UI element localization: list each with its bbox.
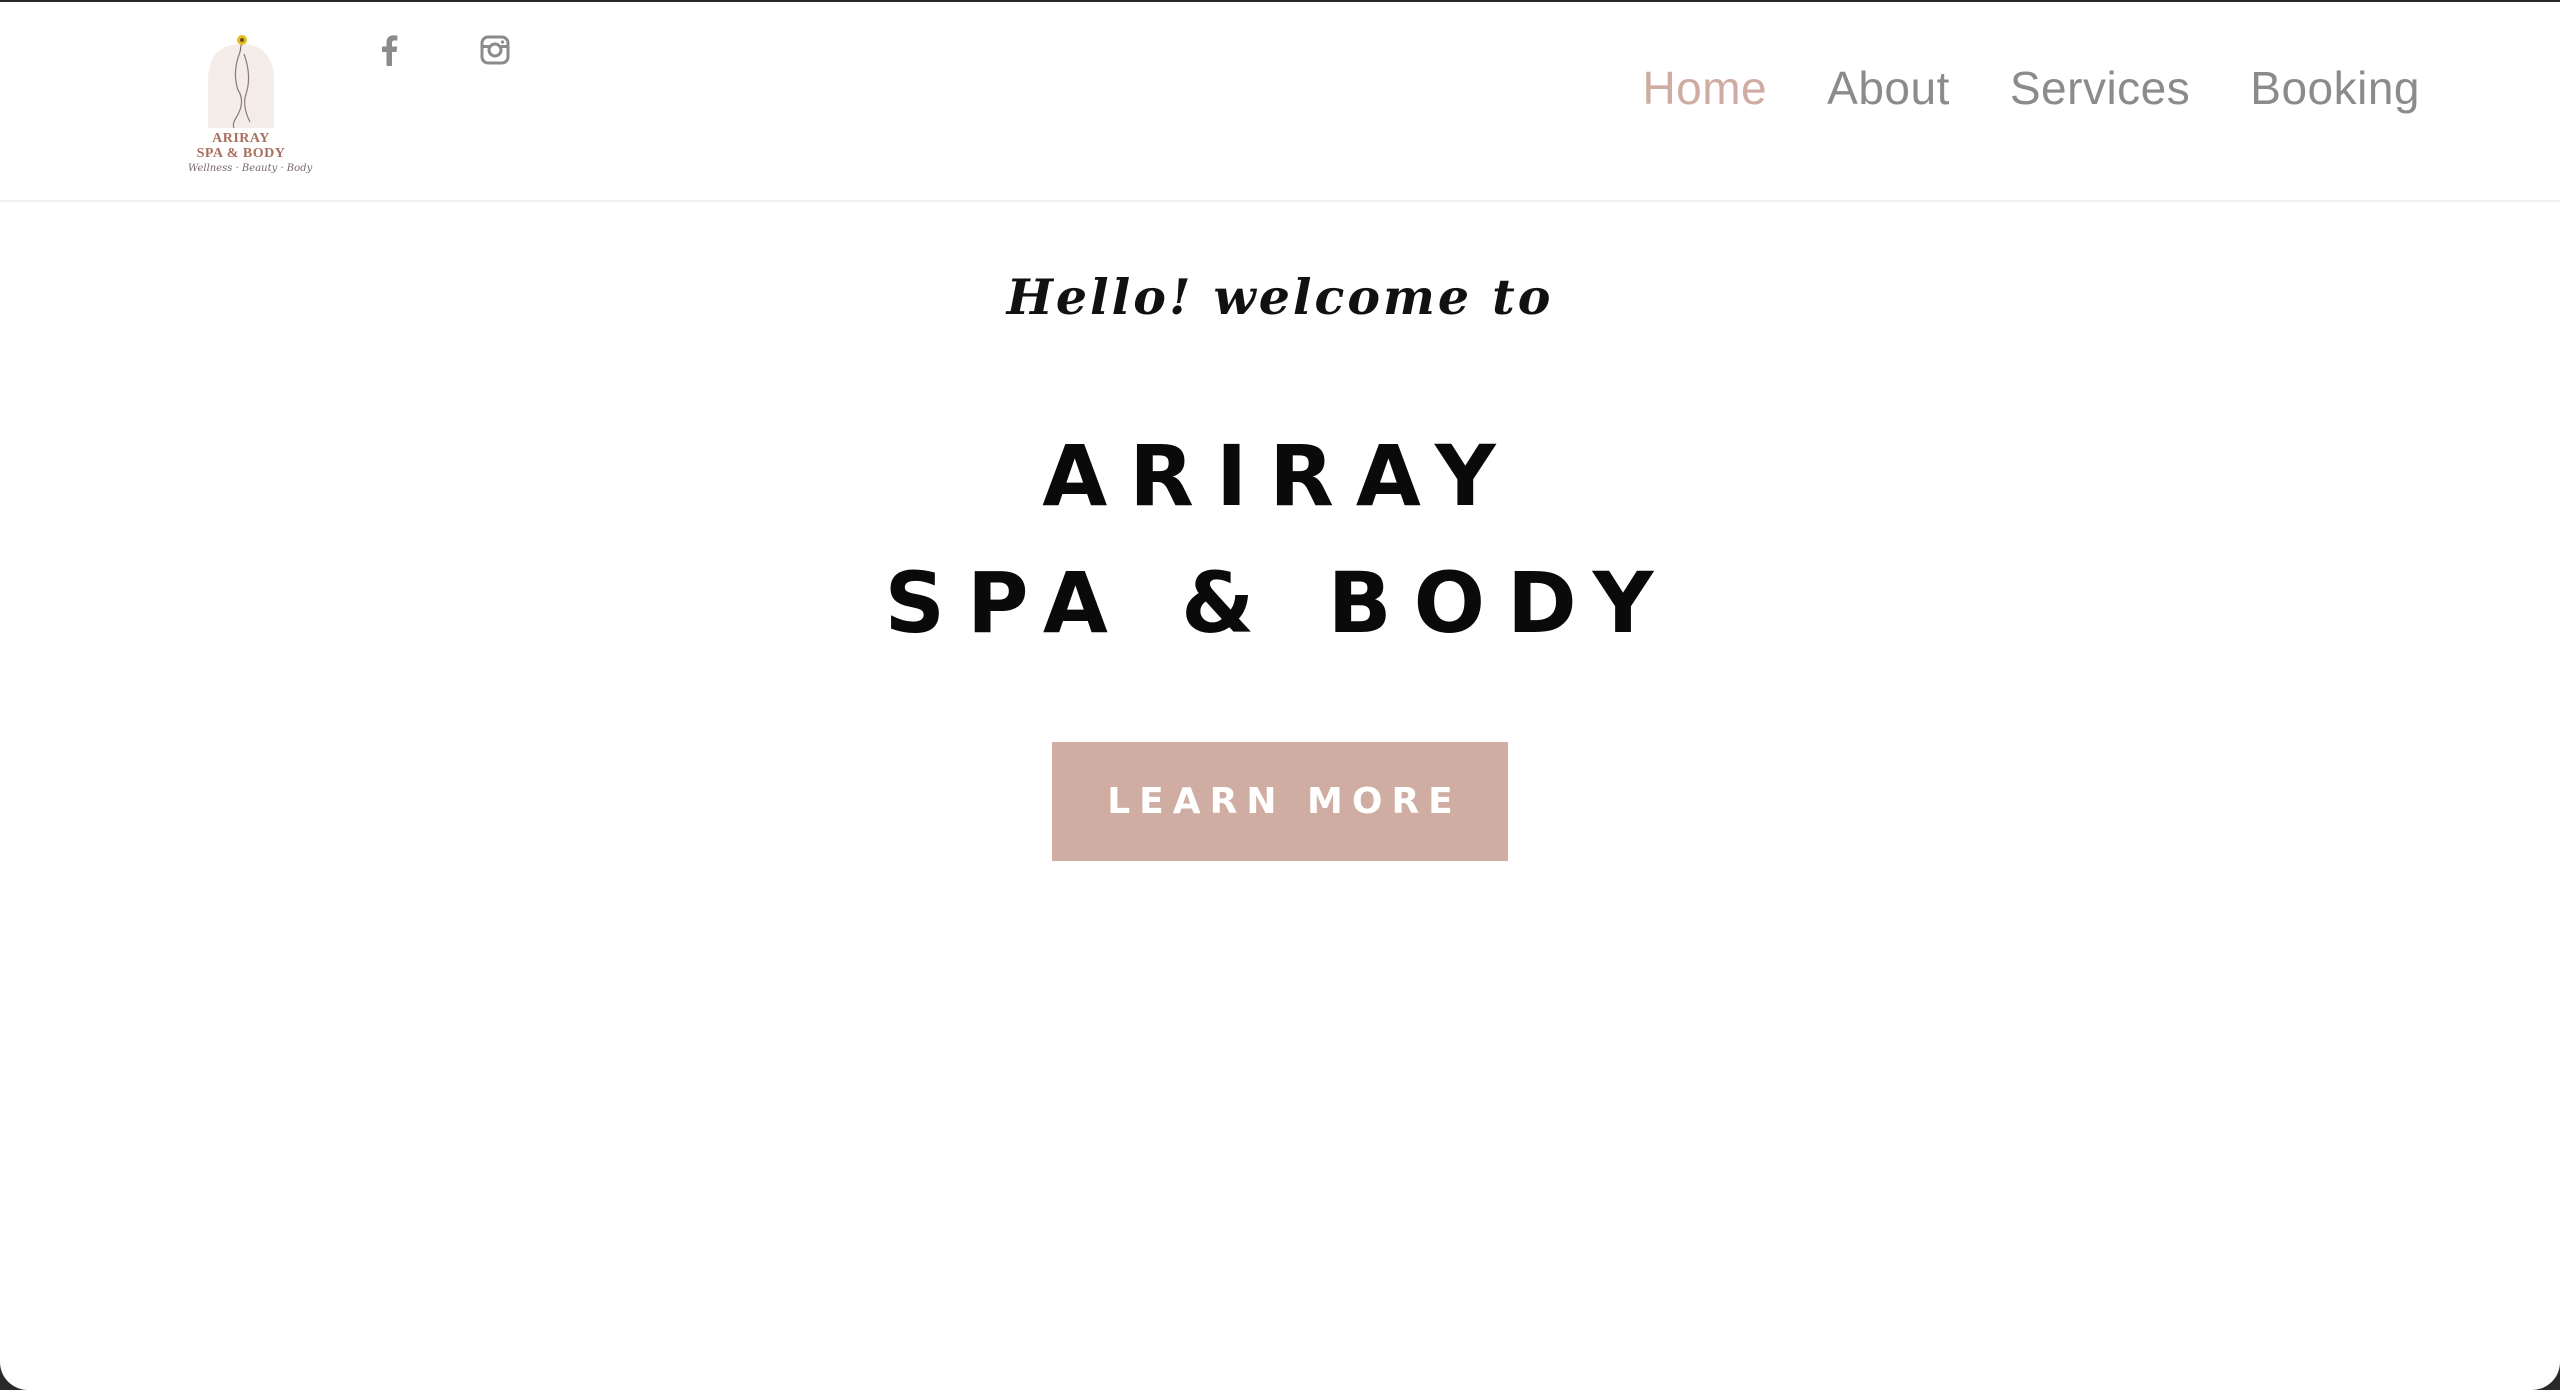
- instagram-link[interactable]: [475, 30, 515, 70]
- nav-item-about[interactable]: About: [1827, 61, 1950, 115]
- hero-title-line2: SPA & BODY: [884, 554, 1676, 652]
- logo-graphic: [208, 35, 274, 129]
- nav-item-booking[interactable]: Booking: [2250, 61, 2420, 115]
- browser-window: ARIRAY SPA & BODY Wellness · Beauty · Bo…: [0, 2, 2560, 1390]
- facebook-icon: [382, 35, 398, 66]
- hero-title-line1: ARIRAY: [1042, 427, 1518, 525]
- logo-name-line1: ARIRAY: [212, 131, 270, 146]
- nav-item-home[interactable]: Home: [1642, 61, 1767, 115]
- logo-name-line2: SPA & BODY: [196, 146, 286, 161]
- hero-greeting: Hello! welcome to: [1006, 268, 1554, 326]
- learn-more-button[interactable]: LEARN MORE: [1052, 742, 1508, 861]
- main-nav: Home About Services Booking: [1582, 58, 2420, 118]
- facebook-link[interactable]: [369, 30, 409, 70]
- nav-item-services[interactable]: Services: [2010, 61, 2190, 115]
- logo-tagline: Wellness · Beauty · Body: [188, 163, 313, 174]
- site-header: ARIRAY SPA & BODY Wellness · Beauty · Bo…: [0, 2, 2560, 202]
- instagram-icon: [480, 35, 510, 65]
- site-logo[interactable]: ARIRAY SPA & BODY Wellness · Beauty · Bo…: [188, 32, 313, 188]
